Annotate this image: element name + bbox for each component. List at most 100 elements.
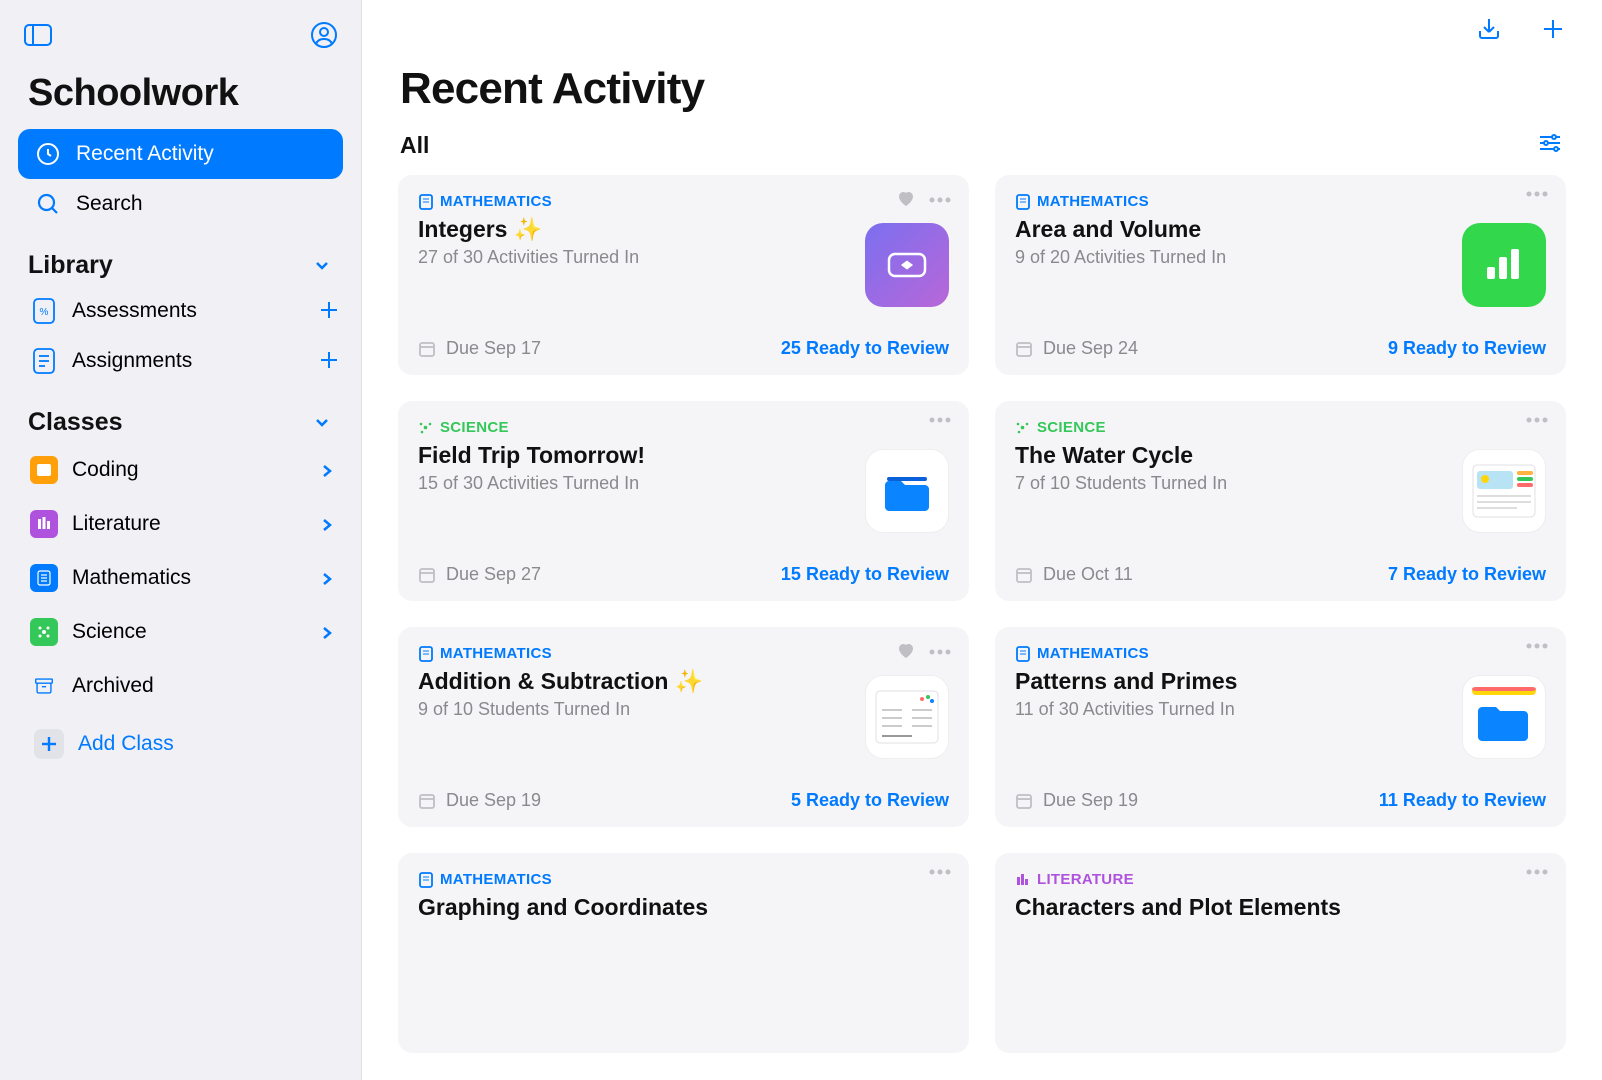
activity-grid: MATHEMATICS Integers ✨ 27 of 30 Activiti…: [362, 167, 1602, 1080]
main-content: Recent Activity All MATHEMATICS Integers…: [362, 0, 1602, 1080]
class-mathematics[interactable]: Mathematics: [0, 551, 361, 605]
book-icon: [418, 194, 433, 209]
account-icon[interactable]: [311, 22, 337, 48]
activity-card[interactable]: MATHEMATICS Area and Volume 9 of 20 Acti…: [995, 175, 1566, 375]
subject-label: MATHEMATICS: [1037, 193, 1149, 210]
archived-icon: [30, 672, 58, 700]
mathematics-icon: [30, 564, 58, 592]
activity-card[interactable]: MATHEMATICS Patterns and Primes 11 of 30…: [995, 627, 1566, 827]
calendar-icon: [418, 566, 436, 584]
ready-to-review[interactable]: 25 Ready to Review: [781, 338, 949, 359]
more-icon[interactable]: [1526, 191, 1548, 197]
ready-to-review[interactable]: 15 Ready to Review: [781, 564, 949, 585]
chevron-right-icon: [321, 517, 335, 531]
bars-icon: [1015, 872, 1030, 887]
ready-to-review[interactable]: 11 Ready to Review: [1379, 790, 1546, 811]
thumbnail: [1462, 449, 1546, 533]
card-subtitle: 11 of 30 Activities Turned In: [1015, 699, 1448, 720]
card-subtitle: 15 of 30 Activities Turned In: [418, 473, 851, 494]
plus-icon: [34, 729, 64, 759]
card-subtitle: 9 of 20 Activities Turned In: [1015, 247, 1448, 268]
book-icon: [418, 646, 433, 661]
subject-label: MATHEMATICS: [440, 193, 552, 210]
subject-label: MATHEMATICS: [1037, 645, 1149, 662]
book-icon: [418, 872, 433, 887]
subject-label: MATHEMATICS: [440, 645, 552, 662]
class-coding[interactable]: Coding: [0, 443, 361, 497]
thumbnail: [865, 675, 949, 759]
class-archived[interactable]: Archived: [0, 659, 361, 713]
card-title: Area and Volume: [1015, 216, 1448, 243]
due-date: Due Sep 19: [446, 790, 541, 811]
more-icon[interactable]: [929, 417, 951, 423]
nav-recent-activity[interactable]: Recent Activity: [18, 129, 343, 179]
library-assignments[interactable]: Assignments: [0, 336, 361, 386]
due-date: Due Sep 24: [1043, 338, 1138, 359]
heart-icon[interactable]: [897, 643, 915, 661]
classes-header[interactable]: Classes: [0, 386, 361, 443]
due-date: Due Sep 27: [446, 564, 541, 585]
card-title: Graphing and Coordinates: [418, 894, 949, 921]
sidebar: Schoolwork Recent Activity Search Librar…: [0, 0, 362, 1080]
more-icon[interactable]: [1526, 869, 1548, 875]
coding-icon: [30, 456, 58, 484]
activity-card[interactable]: SCIENCE Field Trip Tomorrow! 15 of 30 Ac…: [398, 401, 969, 601]
plus-icon[interactable]: [317, 298, 343, 324]
svg-text:%: %: [40, 307, 49, 318]
activity-card[interactable]: MATHEMATICS Addition & Subtraction ✨ 9 o…: [398, 627, 969, 827]
page-title: Recent Activity: [362, 50, 1602, 124]
science-icon: [30, 618, 58, 646]
atom-icon: [1015, 420, 1030, 435]
filter-label[interactable]: All: [400, 132, 429, 159]
card-title: Characters and Plot Elements: [1015, 894, 1546, 921]
activity-card[interactable]: MATHEMATICS Integers ✨ 27 of 30 Activiti…: [398, 175, 969, 375]
more-icon[interactable]: [929, 197, 951, 203]
card-title: Addition & Subtraction ✨: [418, 668, 851, 695]
add-class-button[interactable]: Add Class: [18, 719, 343, 769]
more-icon[interactable]: [929, 649, 951, 655]
card-title: Patterns and Primes: [1015, 668, 1448, 695]
heart-icon[interactable]: [897, 191, 915, 209]
book-icon: [1015, 194, 1030, 209]
download-icon[interactable]: [1474, 14, 1504, 44]
ready-to-review[interactable]: 7 Ready to Review: [1388, 564, 1546, 585]
atom-icon: [418, 420, 433, 435]
ready-to-review[interactable]: 5 Ready to Review: [791, 790, 949, 811]
subject-label: MATHEMATICS: [440, 871, 552, 888]
calendar-icon: [418, 340, 436, 358]
book-icon: [1015, 646, 1030, 661]
activity-card[interactable]: MATHEMATICS Graphing and Coordinates: [398, 853, 969, 1053]
thumbnail: [865, 449, 949, 533]
card-subtitle: 27 of 30 Activities Turned In: [418, 247, 851, 268]
more-icon[interactable]: [1526, 643, 1548, 649]
sidebar-toggle-icon[interactable]: [24, 24, 52, 46]
class-literature[interactable]: Literature: [0, 497, 361, 551]
assessment-icon: %: [30, 297, 58, 325]
chevron-down-icon: [313, 413, 333, 433]
calendar-icon: [1015, 340, 1033, 358]
subject-label: SCIENCE: [1037, 419, 1106, 436]
filter-icon[interactable]: [1538, 133, 1564, 159]
subject-label: SCIENCE: [440, 419, 509, 436]
plus-icon[interactable]: [1538, 14, 1568, 44]
calendar-icon: [418, 792, 436, 810]
library-header[interactable]: Library: [0, 229, 361, 286]
chevron-right-icon: [321, 571, 335, 585]
activity-card[interactable]: SCIENCE The Water Cycle 7 of 10 Students…: [995, 401, 1566, 601]
nav-search[interactable]: Search: [18, 179, 343, 229]
class-science[interactable]: Science: [0, 605, 361, 659]
calendar-icon: [1015, 792, 1033, 810]
plus-icon[interactable]: [317, 348, 343, 374]
more-icon[interactable]: [929, 869, 951, 875]
library-assessments[interactable]: % Assessments: [0, 286, 361, 336]
activity-card[interactable]: LITERATURE Characters and Plot Elements: [995, 853, 1566, 1053]
card-title: The Water Cycle: [1015, 442, 1448, 469]
card-subtitle: 7 of 10 Students Turned In: [1015, 473, 1448, 494]
due-date: Due Sep 17: [446, 338, 541, 359]
app-title: Schoolwork: [0, 54, 361, 129]
chevron-right-icon: [321, 625, 335, 639]
clock-icon: [34, 140, 62, 168]
thumbnail: [1462, 223, 1546, 307]
more-icon[interactable]: [1526, 417, 1548, 423]
ready-to-review[interactable]: 9 Ready to Review: [1388, 338, 1546, 359]
